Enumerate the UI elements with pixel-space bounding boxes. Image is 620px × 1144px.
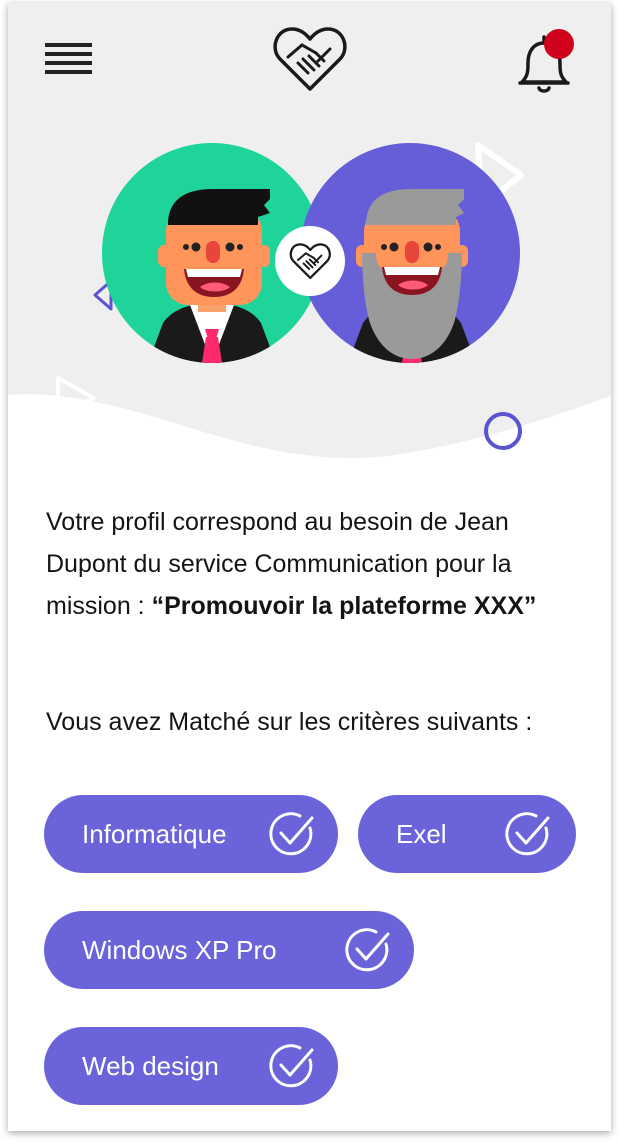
check-circle-icon <box>269 812 314 856</box>
top-bar <box>8 3 611 103</box>
criteria-chip-web-design[interactable]: Web design <box>44 1027 338 1105</box>
check-circle-icon <box>505 812 550 856</box>
notifications-button[interactable] <box>512 29 580 95</box>
criteria-chip-label: Exel <box>396 818 447 849</box>
criteria-chip-label: Windows XP Pro <box>82 934 277 965</box>
decorative-triangle-white <box>56 376 96 421</box>
match-illustration <box>56 142 524 450</box>
criteria-chip-label: Informatique <box>82 818 227 849</box>
mission-name: “Promouvoir la plateforme XXX” <box>151 592 537 620</box>
criteria-chip-exel[interactable]: Exel <box>358 795 576 873</box>
check-circle-icon <box>345 928 390 972</box>
match-message: Votre profil correspond au besoin de Jea… <box>46 501 586 627</box>
phone-screen: Votre profil correspond au besoin de Jea… <box>8 3 611 1131</box>
menu-button[interactable] <box>38 35 98 83</box>
criteria-chip-windows-xp-pro[interactable]: Windows XP Pro <box>44 911 414 989</box>
match-handshake-badge <box>275 226 345 296</box>
criteria-chip-informatique[interactable]: Informatique <box>44 795 338 873</box>
decorative-ring <box>484 412 522 450</box>
check-circle-icon <box>269 1044 314 1088</box>
criteria-title: Vous avez Matché sur les critères suivan… <box>46 708 533 736</box>
handshake-heart-icon <box>273 27 347 91</box>
hamburger-menu-icon <box>45 43 92 74</box>
criteria-chip-label: Web design <box>82 1050 219 1081</box>
notification-badge <box>544 29 574 59</box>
